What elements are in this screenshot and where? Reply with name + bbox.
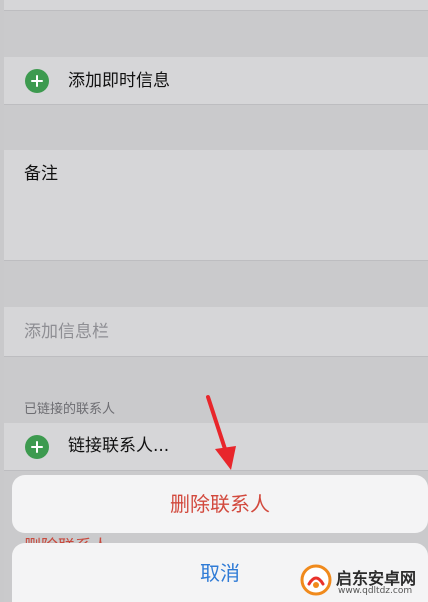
add-instant-message-row[interactable]: 添加即时信息 — [4, 57, 428, 104]
notes-cell[interactable]: 备注 — [4, 150, 428, 260]
add-icon[interactable] — [25, 69, 49, 93]
linked-contacts-header: 已链接的联系人 — [24, 402, 116, 417]
link-contact-row[interactable]: 链接联系人... — [4, 423, 428, 470]
add-instant-message-label: 添加即时信息 — [68, 71, 170, 91]
add-icon[interactable] — [25, 435, 49, 459]
delete-contact-label: 删除联系人 — [170, 492, 270, 516]
top-cell — [4, 0, 428, 10]
watermark-logo-icon — [300, 564, 332, 596]
notes-label: 备注 — [24, 164, 58, 184]
section-gap — [4, 105, 428, 150]
section-gap — [4, 261, 428, 307]
delete-contact-button[interactable]: 删除联系人 — [12, 475, 428, 533]
section-gap — [4, 11, 428, 57]
add-field-label: 添加信息栏 — [24, 322, 109, 342]
watermark-url: www.qdltdz.com — [338, 586, 413, 596]
link-contact-label: 链接联系人... — [68, 436, 170, 456]
add-field-row[interactable]: 添加信息栏 — [4, 307, 428, 356]
watermark: 启东安卓网 www.qdltdz.com — [300, 562, 428, 602]
